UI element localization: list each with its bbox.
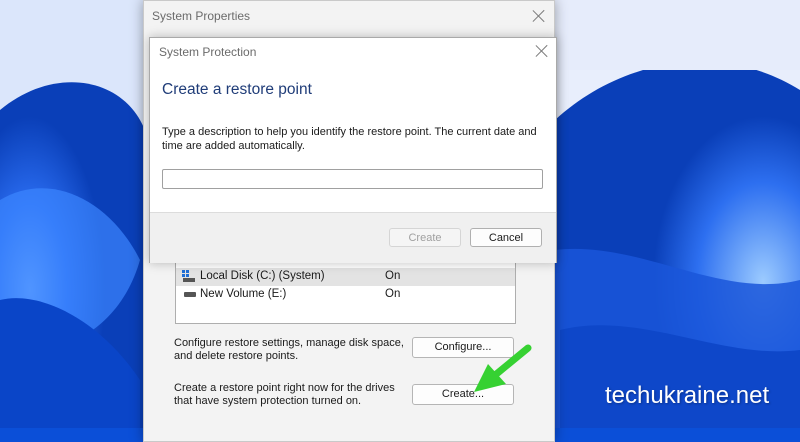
drive-row-e[interactable]: New Volume (E:) On: [176, 286, 515, 304]
window-title: System Properties: [152, 9, 251, 23]
configure-description: Configure restore settings, manage disk …: [174, 337, 404, 362]
create-description: Create a restore point right now for the…: [174, 382, 395, 407]
close-icon[interactable]: [535, 44, 549, 58]
drive-icon: [184, 292, 196, 297]
pointer-arrow-icon: [474, 344, 532, 392]
system-protection-dialog: System Protection Create a restore point…: [149, 37, 557, 263]
drive-protection: On: [385, 270, 401, 282]
create-button[interactable]: Create: [389, 228, 461, 247]
dialog-description: Type a description to help you identify …: [162, 126, 537, 152]
dialog-heading: Create a restore point: [162, 81, 312, 98]
drive-row-c[interactable]: Local Disk (C:) (System) On: [176, 268, 515, 286]
drive-protection: On: [385, 288, 401, 300]
dialog-footer: Create Cancel: [150, 212, 556, 263]
close-icon[interactable]: [532, 9, 546, 23]
watermark: techukraine.net: [605, 382, 770, 409]
drive-name: New Volume (E:): [200, 288, 287, 300]
restore-point-description-input[interactable]: [162, 169, 543, 189]
cancel-button[interactable]: Cancel: [470, 228, 542, 247]
system-drive-icon: [182, 270, 195, 282]
dialog-title: System Protection: [159, 45, 257, 59]
drive-list[interactable]: Local Disk (C:) (System) On New Volume (…: [175, 259, 516, 324]
drive-name: Local Disk (C:) (System): [200, 270, 325, 282]
